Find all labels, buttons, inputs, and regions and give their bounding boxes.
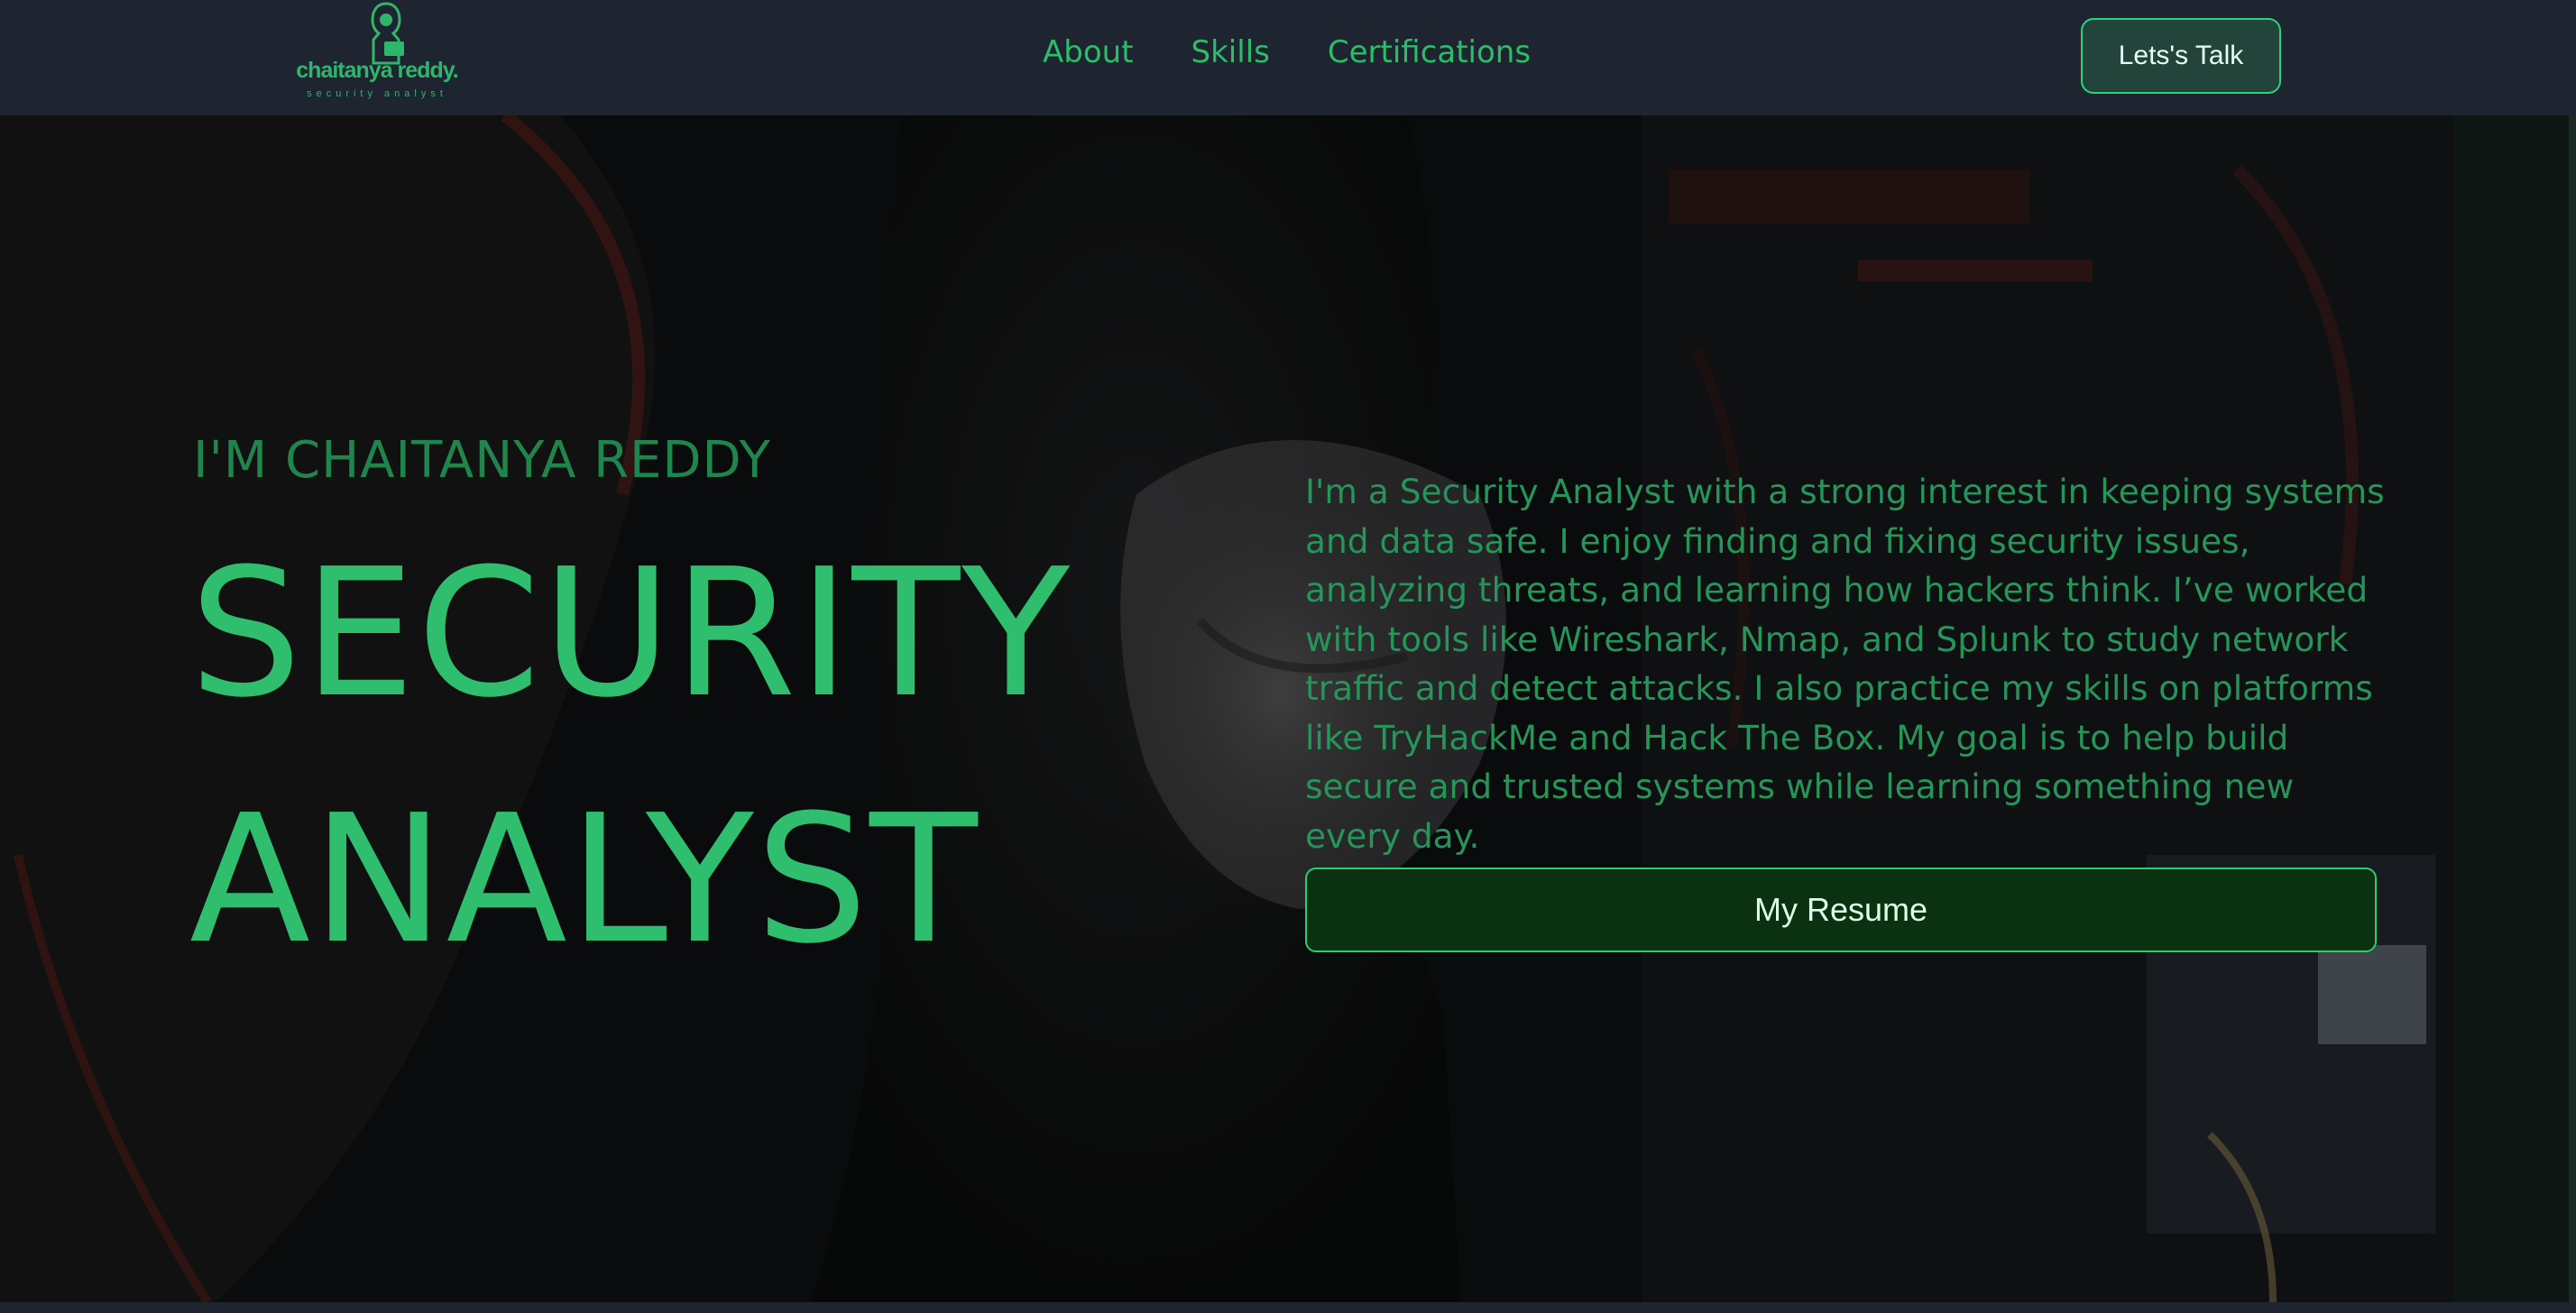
nav-link-about[interactable]: About xyxy=(1043,34,1134,70)
nav-link-certifications[interactable]: Certifications xyxy=(1328,34,1531,70)
hooded-hacker-icon xyxy=(371,2,404,65)
nav-links: About Skills Certifications xyxy=(1043,34,1531,70)
bottom-strip xyxy=(0,1302,2576,1313)
logo-tagline: security analyst xyxy=(307,88,447,99)
logo-name: chaitanya reddy. xyxy=(296,58,458,83)
right-edge-strip xyxy=(2569,115,2576,1302)
lets-talk-button[interactable]: Lets's Talk xyxy=(2081,18,2281,94)
nav-link-skills[interactable]: Skills xyxy=(1191,34,1270,70)
hero-title-line1: SECURITY xyxy=(189,531,1072,737)
page: chaitanya reddy. security analyst About … xyxy=(0,0,2576,1313)
hero-title-line2: ANALYST xyxy=(189,777,980,983)
my-resume-button[interactable]: My Resume xyxy=(1305,868,2377,952)
hero-intro: I'M CHAITANYA REDDY xyxy=(193,431,771,490)
site-logo[interactable]: chaitanya reddy. security analyst xyxy=(287,0,467,108)
hero-bio: I'm a Security Analyst with a strong int… xyxy=(1305,472,2385,856)
top-navbar: chaitanya reddy. security analyst About … xyxy=(0,0,2576,115)
